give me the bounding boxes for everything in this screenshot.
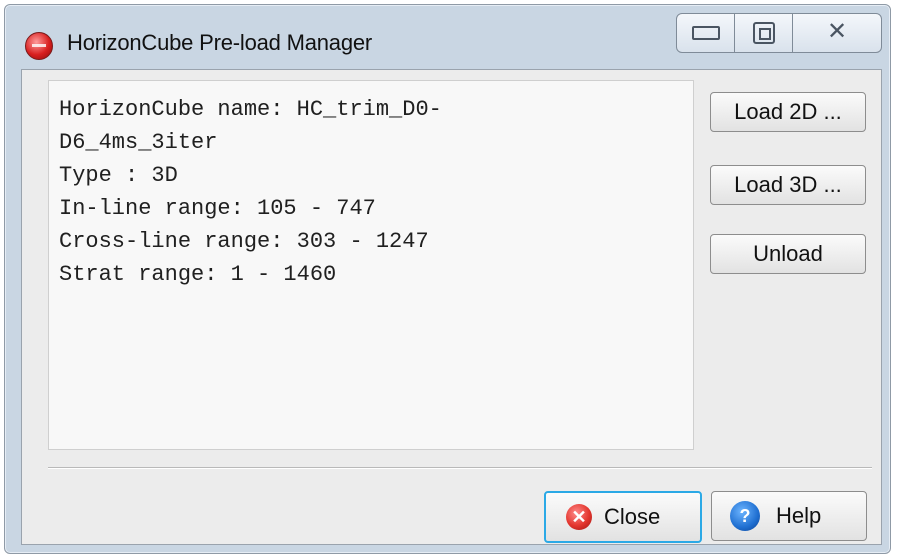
- window-close-button[interactable]: ✕: [792, 13, 882, 53]
- help-button-label: Help: [776, 503, 822, 528]
- info-line-inline-range: In-line range: 105 - 747: [59, 196, 376, 221]
- info-line-name: HorizonCube name: HC_trim_D0-: [59, 97, 442, 122]
- help-button[interactable]: ? Help: [711, 491, 867, 541]
- dialog-content: HorizonCube name: HC_trim_D0- D6_4ms_3it…: [21, 69, 882, 545]
- app-icon: [25, 32, 53, 60]
- minimize-button[interactable]: [676, 13, 736, 53]
- info-line-name-continued: D6_4ms_3iter: [59, 130, 218, 155]
- info-line-crossline-range: Cross-line range: 303 - 1247: [59, 229, 429, 254]
- minimize-icon: [692, 26, 720, 40]
- title-bar[interactable]: HorizonCube Pre-load Manager ✕: [5, 5, 890, 69]
- close-circle-icon: ✕: [566, 504, 592, 530]
- load-3d-button[interactable]: Load 3D ...: [710, 165, 866, 205]
- close-button[interactable]: ✕ Close: [544, 491, 702, 543]
- horizoncube-info-panel: HorizonCube name: HC_trim_D0- D6_4ms_3it…: [48, 80, 694, 450]
- window-controls: ✕: [676, 13, 886, 55]
- divider: [48, 467, 872, 469]
- window-title: HorizonCube Pre-load Manager: [67, 30, 373, 55]
- load-2d-button[interactable]: Load 2D ...: [710, 92, 866, 132]
- maximize-icon: [753, 22, 775, 44]
- info-line-strat-range: Strat range: 1 - 1460: [59, 262, 337, 287]
- help-question-icon: ?: [730, 501, 760, 531]
- unload-button[interactable]: Unload: [710, 234, 866, 274]
- close-icon: ✕: [826, 18, 848, 45]
- maximize-button[interactable]: [734, 13, 794, 53]
- preload-manager-window: HorizonCube Pre-load Manager ✕ HorizonCu…: [4, 4, 891, 554]
- close-button-label: Close: [604, 504, 661, 529]
- info-line-type: Type : 3D: [59, 163, 178, 188]
